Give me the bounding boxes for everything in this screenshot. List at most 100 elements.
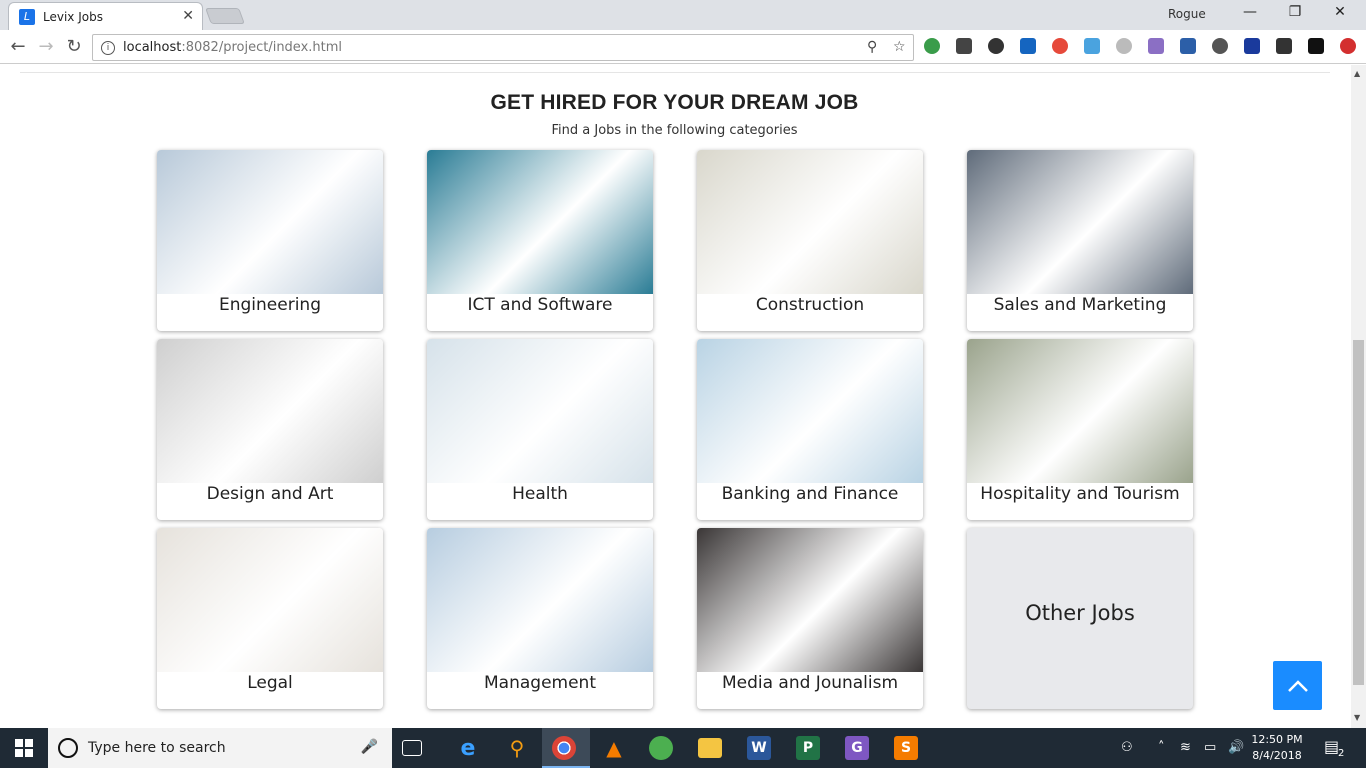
category-label: Design and Art <box>206 484 334 504</box>
reload-button[interactable]: ↻ <box>62 36 86 57</box>
category-label: Sales and Marketing <box>993 295 1167 315</box>
category-card-sales-and-marketing[interactable]: Sales and Marketing <box>967 150 1193 331</box>
category-label: Engineering <box>219 295 321 315</box>
page-scrollbar[interactable]: ▲ ▼ <box>1351 65 1366 728</box>
extension-info-icon[interactable] <box>1244 38 1260 54</box>
extension-save-icon[interactable] <box>1180 38 1196 54</box>
clock-date: 8/4/2018 <box>1252 749 1302 762</box>
cortana-icon <box>58 738 78 758</box>
category-card-hospitality-and-tourism[interactable]: Hospitality and Tourism <box>967 339 1193 520</box>
extension-pdf-icon[interactable] <box>1148 38 1164 54</box>
tray-chevron-up-icon[interactable]: ˄ <box>1158 740 1165 755</box>
bookmark-star-icon[interactable]: ☆ <box>893 39 906 55</box>
extension-car-icon[interactable] <box>956 38 972 54</box>
extension-gear-icon[interactable] <box>988 38 1004 54</box>
people-icon[interactable]: ⚇ <box>1121 740 1133 755</box>
divider <box>20 72 1330 73</box>
back-to-top-button[interactable] <box>1273 661 1322 710</box>
forward-button[interactable]: → <box>34 36 58 57</box>
category-image <box>427 150 653 294</box>
url-path: :8082/project/index.html <box>181 40 343 55</box>
extension-block-icon[interactable] <box>1052 38 1068 54</box>
pdf-app-icon[interactable]: G <box>845 736 869 760</box>
url-host: localhost <box>123 40 182 55</box>
page-subtitle: Find a Jobs in the following categories <box>551 123 798 138</box>
category-label: Other Jobs <box>1025 601 1135 625</box>
chrome-icon[interactable] <box>552 736 576 760</box>
back-button[interactable]: ← <box>6 36 30 57</box>
category-card-ict-and-software[interactable]: ICT and Software <box>427 150 653 331</box>
sublime-icon[interactable]: S <box>894 736 918 760</box>
edge-icon[interactable]: e <box>454 734 482 762</box>
category-label: Hospitality and Tourism <box>980 484 1180 504</box>
profile-name[interactable]: Rogue <box>1168 7 1206 21</box>
volume-icon[interactable]: 🔊 <box>1228 740 1244 755</box>
category-card-legal[interactable]: Legal <box>157 528 383 709</box>
scrollbar-thumb[interactable] <box>1353 340 1364 685</box>
category-card-banking-and-finance[interactable]: Banking and Finance <box>697 339 923 520</box>
category-card-management[interactable]: Management <box>427 528 653 709</box>
category-label: Media and Jounalism <box>721 673 899 693</box>
window-close-button[interactable]: ✕ <box>1320 4 1360 26</box>
address-bar[interactable]: i localhost:8082/project/index.html ⚲ ☆ <box>92 34 914 61</box>
category-card-media-and-jounalism[interactable]: Media and Jounalism <box>697 528 923 709</box>
task-view-icon[interactable] <box>402 740 422 756</box>
excel-icon[interactable]: P <box>796 736 820 760</box>
category-label: Construction <box>755 295 865 315</box>
category-image <box>967 150 1193 294</box>
search-app-icon[interactable]: ⚲ <box>503 734 531 762</box>
category-card-engineering[interactable]: Engineering <box>157 150 383 331</box>
extension-globe-icon[interactable] <box>924 38 940 54</box>
browser-tab-strip: L Levix Jobs ✕ Rogue — ❐ ✕ <box>0 0 1366 30</box>
clock-time: 12:50 PM <box>1251 733 1303 746</box>
microphone-icon[interactable]: 🎤 <box>361 739 378 755</box>
windows-logo-icon <box>15 739 33 757</box>
category-card-construction[interactable]: Construction <box>697 150 923 331</box>
windows-taskbar: Type here to search 🎤 e ⚲ ▲ W P G S ⚇ ˄ … <box>0 728 1366 768</box>
wifi-icon[interactable]: ≋ <box>1180 740 1191 755</box>
browser-tab[interactable]: L Levix Jobs ✕ <box>8 2 203 30</box>
category-image <box>697 150 923 294</box>
category-image <box>697 339 923 483</box>
scroll-down-arrow-icon[interactable]: ▼ <box>1354 713 1360 722</box>
extension-wave-icon[interactable] <box>1308 38 1324 54</box>
system-clock[interactable]: 12:50 PM 8/4/2018 <box>1244 732 1310 764</box>
minimize-button[interactable]: — <box>1230 4 1270 26</box>
category-card-health[interactable]: Health <box>427 339 653 520</box>
category-label: Banking and Finance <box>721 484 899 504</box>
scroll-up-arrow-icon[interactable]: ▲ <box>1354 69 1360 78</box>
chevron-up-icon <box>1287 679 1308 692</box>
site-info-icon[interactable]: i <box>101 40 115 55</box>
word-icon[interactable]: W <box>747 736 771 760</box>
category-card-other-jobs[interactable]: Other Jobs <box>967 528 1193 709</box>
notification-count: 2 <box>1338 748 1345 759</box>
start-button[interactable] <box>0 728 48 768</box>
category-image <box>427 339 653 483</box>
extension-m-icon[interactable] <box>1116 38 1132 54</box>
close-tab-icon[interactable]: ✕ <box>182 8 194 24</box>
page-viewport: GET HIRED FOR YOUR DREAM JOB Find a Jobs… <box>0 65 1351 728</box>
battery-icon[interactable]: ▭ <box>1204 740 1216 755</box>
site-favicon-icon: L <box>19 8 35 25</box>
category-image <box>157 528 383 672</box>
category-image <box>157 339 383 483</box>
extension-download-icon[interactable] <box>1276 38 1292 54</box>
extension-camera-icon[interactable] <box>1212 38 1228 54</box>
category-card-design-and-art[interactable]: Design and Art <box>157 339 383 520</box>
restore-button[interactable]: ❐ <box>1275 4 1315 26</box>
extension-upload-icon[interactable] <box>1340 38 1356 54</box>
search-placeholder: Type here to search <box>88 740 226 756</box>
category-image <box>697 528 923 672</box>
category-label: Health <box>512 484 568 504</box>
zoom-icon[interactable]: ⚲ <box>867 39 877 55</box>
vlc-icon[interactable]: ▲ <box>600 734 628 762</box>
page-title: GET HIRED FOR YOUR DREAM JOB <box>490 91 859 114</box>
extension-window-icon[interactable] <box>1084 38 1100 54</box>
taskbar-search-box[interactable]: Type here to search 🎤 <box>48 728 392 768</box>
tab-title: Levix Jobs <box>43 9 103 24</box>
notification-center-icon[interactable]: ▤ <box>1324 737 1339 756</box>
extension-mail-icon[interactable] <box>1020 38 1036 54</box>
network-app-icon[interactable] <box>649 736 673 760</box>
file-explorer-icon[interactable] <box>698 738 722 758</box>
new-tab-button[interactable] <box>205 8 245 24</box>
